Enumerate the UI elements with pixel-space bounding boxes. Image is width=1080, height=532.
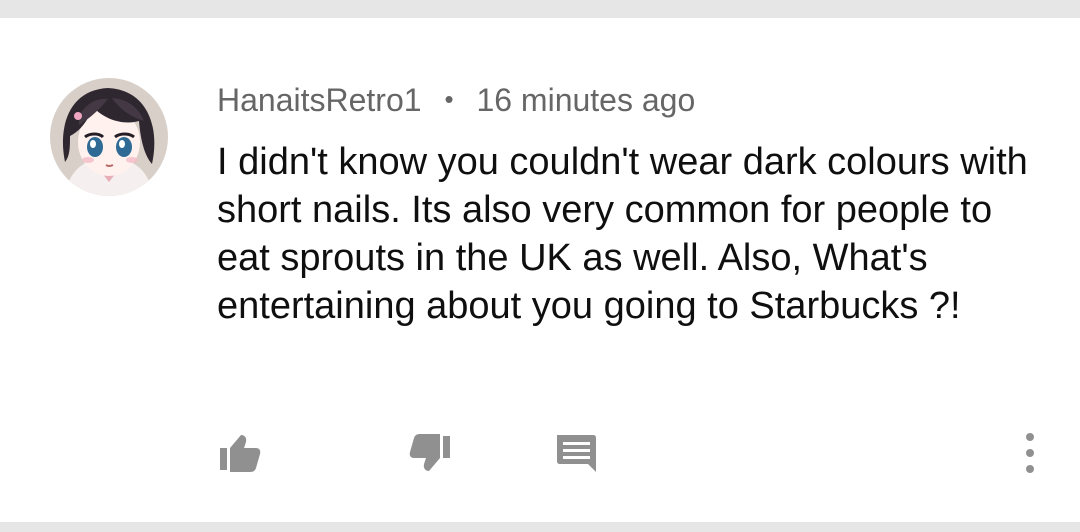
author-name[interactable]: HanaitsRetro1 [217, 82, 422, 118]
thumbs-down-icon [409, 434, 450, 471]
more-options-button[interactable] [994, 423, 1054, 483]
anime-avatar-image [50, 78, 168, 196]
comment-meta: HanaitsRetro1 • 16 minutes ago [217, 81, 695, 121]
more-vertical-icon [1026, 433, 1034, 473]
comment-actions [0, 423, 1080, 483]
comment-text: I didn't know you couldn't wear dark col… [217, 141, 1028, 327]
thumbs-up-icon [220, 435, 261, 472]
meta-separator: • [444, 84, 454, 114]
avatar[interactable] [50, 78, 168, 196]
reply-button[interactable] [545, 423, 605, 483]
comment-card: HanaitsRetro1 • 16 minutes ago I didn't … [0, 18, 1080, 522]
comment-timestamp[interactable]: 16 minutes ago [476, 82, 695, 118]
comment-icon [557, 435, 596, 472]
like-button[interactable] [209, 423, 269, 483]
dislike-button[interactable] [401, 423, 461, 483]
